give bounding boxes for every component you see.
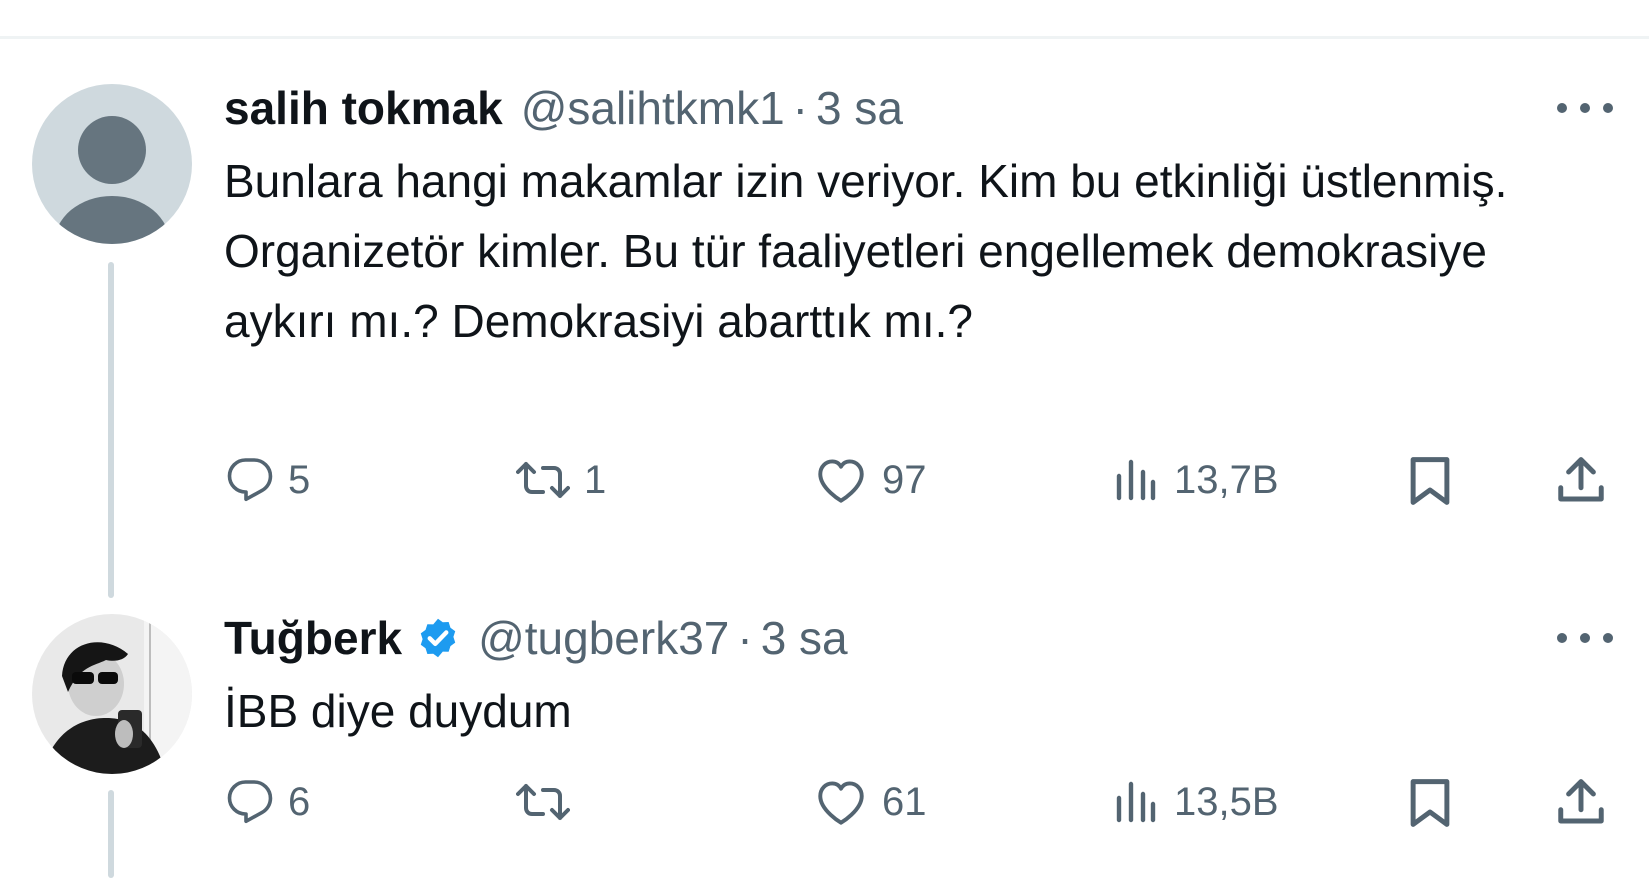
bookmark-button[interactable]	[1405, 776, 1455, 830]
bookmark-icon	[1410, 779, 1450, 827]
like-count: 61	[882, 779, 927, 824]
tweet-header: Tuğberk @tugberk37 · 3 sa	[224, 608, 848, 668]
reply-icon	[227, 458, 273, 502]
bookmark-icon	[1410, 457, 1450, 505]
display-name[interactable]: Tuğberk	[224, 611, 402, 665]
more-icon[interactable]	[1557, 628, 1613, 648]
reply-button[interactable]: 6	[226, 778, 310, 826]
reply-count: 6	[288, 779, 311, 824]
reply-icon	[227, 780, 273, 824]
more-icon[interactable]	[1557, 98, 1613, 118]
thread-line	[108, 262, 114, 598]
like-icon	[818, 459, 864, 503]
retweet-icon	[516, 784, 570, 820]
tweet-actions: 5 1 97 13,7B	[0, 446, 1649, 516]
like-count: 97	[882, 457, 927, 502]
verified-badge-icon	[416, 616, 460, 660]
views-button[interactable]: 13,5B	[1110, 778, 1279, 826]
user-handle[interactable]: @tugberk37	[478, 611, 729, 665]
retweet-button[interactable]: 1	[516, 456, 606, 504]
views-count: 13,7B	[1174, 457, 1279, 502]
tweet-text: İBB diye duydum	[224, 685, 572, 737]
tweet-actions: 6 61 13,5B	[0, 768, 1649, 838]
share-icon	[1558, 779, 1604, 824]
display-name[interactable]: salih tokmak	[224, 81, 503, 135]
avatar[interactable]	[32, 614, 192, 774]
default-person-avatar-icon	[32, 84, 192, 244]
bookmark-button[interactable]	[1405, 454, 1455, 508]
reply-button[interactable]: 5	[226, 456, 310, 504]
separator-dot: ·	[737, 612, 753, 664]
retweet-count: 1	[584, 457, 607, 502]
top-divider	[0, 36, 1649, 39]
tweet-header: salih tokmak @salihtkmk1 · 3 sa	[224, 78, 903, 138]
reply-count: 5	[288, 457, 311, 502]
retweet-icon	[516, 462, 570, 498]
share-button[interactable]	[1553, 454, 1609, 508]
views-count: 13,5B	[1174, 779, 1279, 824]
like-button[interactable]: 97	[814, 456, 927, 504]
like-button[interactable]: 61	[814, 778, 927, 826]
timestamp[interactable]: 3 sa	[816, 81, 903, 135]
avatar[interactable]	[32, 84, 192, 244]
like-icon	[818, 781, 864, 825]
share-icon	[1558, 457, 1604, 502]
timestamp[interactable]: 3 sa	[761, 611, 848, 665]
share-button[interactable]	[1553, 776, 1609, 830]
separator-dot: ·	[792, 82, 808, 134]
views-icon	[1116, 781, 1156, 823]
retweet-button[interactable]	[516, 778, 584, 826]
photo-avatar-icon	[32, 614, 192, 774]
user-handle[interactable]: @salihtkmk1	[521, 81, 785, 135]
tweet-text: Bunlara hangi makamlar izin veriyor. Kim…	[224, 155, 1508, 347]
views-icon	[1116, 459, 1156, 501]
views-button[interactable]: 13,7B	[1110, 456, 1279, 504]
